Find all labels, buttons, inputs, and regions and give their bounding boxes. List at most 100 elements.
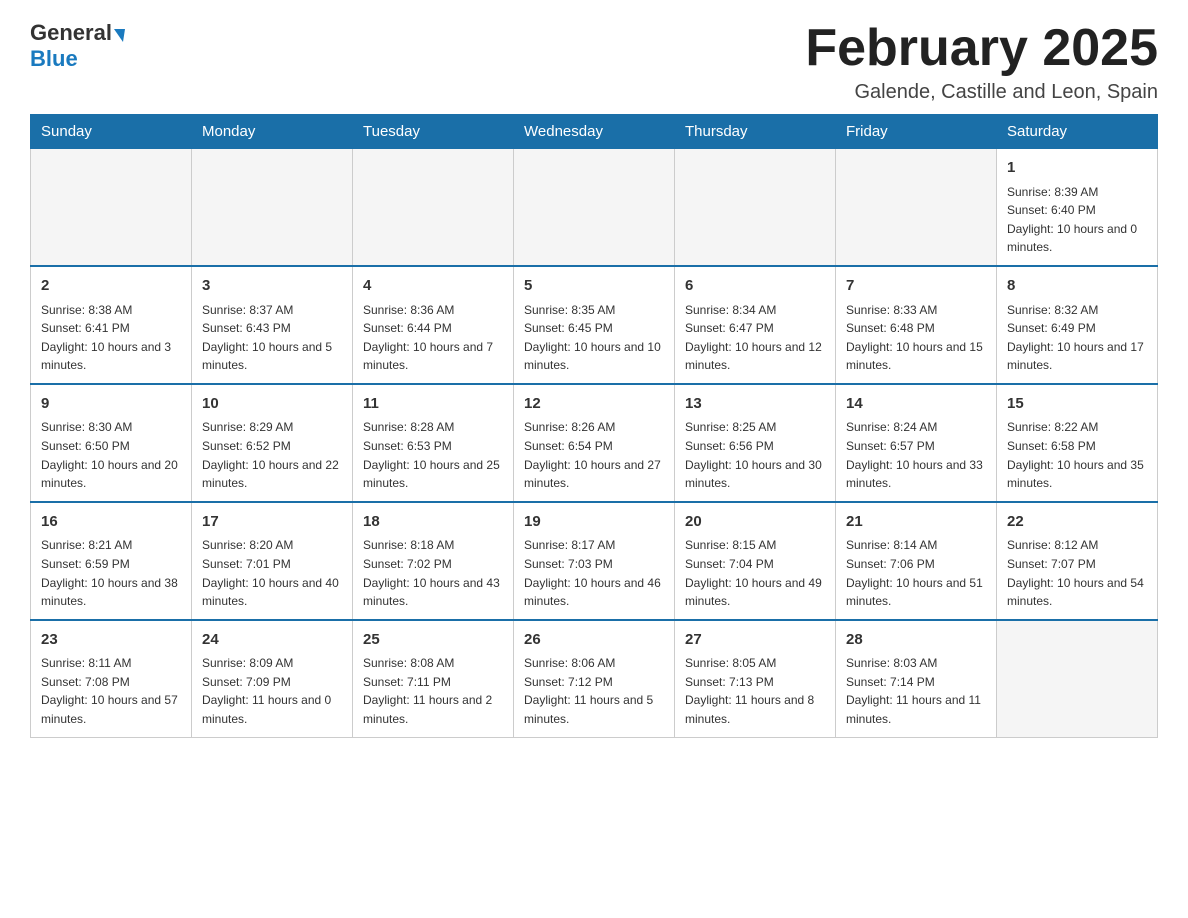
day-number: 26 [524, 629, 664, 652]
calendar-cell: 7 Sunrise: 8:33 AMSunset: 6:48 PMDaylight… [836, 266, 997, 384]
calendar-week-1: 1 Sunrise: 8:39 AMSunset: 6:40 PMDaylight… [31, 149, 1158, 266]
day-info: Sunrise: 8:28 AMSunset: 6:53 PMDaylight:… [363, 418, 503, 492]
calendar-cell: 20Sunrise: 8:15 AMSunset: 7:04 PMDayligh… [675, 502, 836, 620]
day-info: Sunrise: 8:38 AMSunset: 6:41 PMDaylight:… [41, 301, 181, 375]
day-number: 24 [202, 629, 342, 652]
day-number: 17 [202, 511, 342, 534]
calendar-cell: 19Sunrise: 8:17 AMSunset: 7:03 PMDayligh… [514, 502, 675, 620]
calendar-cell: 27Sunrise: 8:05 AMSunset: 7:13 PMDayligh… [675, 620, 836, 737]
calendar-cell: 3Sunrise: 8:37 AMSunset: 6:43 PMDaylight… [192, 266, 353, 384]
calendar-cell: 12Sunrise: 8:26 AMSunset: 6:54 PMDayligh… [514, 384, 675, 502]
day-number: 12 [524, 393, 664, 416]
calendar-cell [192, 149, 353, 266]
day-number: 14 [846, 393, 986, 416]
weekday-header-sunday: Sunday [31, 115, 192, 149]
calendar-week-2: 2 Sunrise: 8:38 AMSunset: 6:41 PMDaylight… [31, 266, 1158, 384]
calendar-cell: 23Sunrise: 8:11 AMSunset: 7:08 PMDayligh… [31, 620, 192, 737]
calendar-cell: 8 Sunrise: 8:32 AMSunset: 6:49 PMDaylight… [997, 266, 1158, 384]
calendar-cell: 25Sunrise: 8:08 AMSunset: 7:11 PMDayligh… [353, 620, 514, 737]
logo-blue-text: Blue [30, 46, 78, 72]
day-number: 20 [685, 511, 825, 534]
title-section: February 2025 Galende, Castille and Leon… [805, 20, 1158, 104]
weekday-header-friday: Friday [836, 115, 997, 149]
day-info: Sunrise: 8:17 AMSunset: 7:03 PMDaylight:… [524, 536, 664, 610]
calendar-cell: 11Sunrise: 8:28 AMSunset: 6:53 PMDayligh… [353, 384, 514, 502]
calendar-cell [514, 149, 675, 266]
day-number: 15 [1007, 393, 1147, 416]
logo: General Blue [30, 20, 125, 72]
day-info: Sunrise: 8:21 AMSunset: 6:59 PMDaylight:… [41, 536, 181, 610]
weekday-header-row: SundayMondayTuesdayWednesdayThursdayFrid… [31, 115, 1158, 149]
calendar-cell: 28Sunrise: 8:03 AMSunset: 7:14 PMDayligh… [836, 620, 997, 737]
day-number: 19 [524, 511, 664, 534]
calendar-cell: 14Sunrise: 8:24 AMSunset: 6:57 PMDayligh… [836, 384, 997, 502]
day-info: Sunrise: 8:06 AMSunset: 7:12 PMDaylight:… [524, 654, 664, 728]
calendar-cell: 4 Sunrise: 8:36 AMSunset: 6:44 PMDaylight… [353, 266, 514, 384]
day-number: 1 [1007, 157, 1147, 180]
location: Galende, Castille and Leon, Spain [805, 81, 1158, 104]
day-info: Sunrise: 8:29 AMSunset: 6:52 PMDaylight:… [202, 418, 342, 492]
day-info: Sunrise: 8:08 AMSunset: 7:11 PMDaylight:… [363, 654, 503, 728]
day-number: 16 [41, 511, 181, 534]
logo-general-text: General [30, 20, 112, 46]
day-info: Sunrise: 8:26 AMSunset: 6:54 PMDaylight:… [524, 418, 664, 492]
day-number: 11 [363, 393, 503, 416]
calendar-cell: 16Sunrise: 8:21 AMSunset: 6:59 PMDayligh… [31, 502, 192, 620]
day-info: Sunrise: 8:03 AMSunset: 7:14 PMDaylight:… [846, 654, 986, 728]
day-info: Sunrise: 8:09 AMSunset: 7:09 PMDaylight:… [202, 654, 342, 728]
day-number: 7 [846, 275, 986, 298]
day-number: 2 [41, 275, 181, 298]
calendar-cell: 10Sunrise: 8:29 AMSunset: 6:52 PMDayligh… [192, 384, 353, 502]
day-number: 28 [846, 629, 986, 652]
day-number: 21 [846, 511, 986, 534]
day-number: 6 [685, 275, 825, 298]
day-info: Sunrise: 8:25 AMSunset: 6:56 PMDaylight:… [685, 418, 825, 492]
weekday-header-saturday: Saturday [997, 115, 1158, 149]
day-info: Sunrise: 8:18 AMSunset: 7:02 PMDaylight:… [363, 536, 503, 610]
calendar-cell [997, 620, 1158, 737]
day-info: Sunrise: 8:12 AMSunset: 7:07 PMDaylight:… [1007, 536, 1147, 610]
calendar-table: SundayMondayTuesdayWednesdayThursdayFrid… [30, 114, 1158, 737]
day-info: Sunrise: 8:39 AMSunset: 6:40 PMDaylight:… [1007, 183, 1147, 257]
day-info: Sunrise: 8:36 AMSunset: 6:44 PMDaylight:… [363, 301, 503, 375]
day-number: 4 [363, 275, 503, 298]
calendar-cell [836, 149, 997, 266]
day-number: 5 [524, 275, 664, 298]
day-info: Sunrise: 8:35 AMSunset: 6:45 PMDaylight:… [524, 301, 664, 375]
calendar-cell: 22Sunrise: 8:12 AMSunset: 7:07 PMDayligh… [997, 502, 1158, 620]
day-info: Sunrise: 8:14 AMSunset: 7:06 PMDaylight:… [846, 536, 986, 610]
day-info: Sunrise: 8:20 AMSunset: 7:01 PMDaylight:… [202, 536, 342, 610]
day-number: 25 [363, 629, 503, 652]
day-number: 22 [1007, 511, 1147, 534]
calendar-cell [31, 149, 192, 266]
calendar-cell: 17Sunrise: 8:20 AMSunset: 7:01 PMDayligh… [192, 502, 353, 620]
day-info: Sunrise: 8:05 AMSunset: 7:13 PMDaylight:… [685, 654, 825, 728]
day-number: 10 [202, 393, 342, 416]
day-number: 13 [685, 393, 825, 416]
day-info: Sunrise: 8:32 AMSunset: 6:49 PMDaylight:… [1007, 301, 1147, 375]
calendar-cell: 5 Sunrise: 8:35 AMSunset: 6:45 PMDaylight… [514, 266, 675, 384]
calendar-cell: 1 Sunrise: 8:39 AMSunset: 6:40 PMDaylight… [997, 149, 1158, 266]
page-header: General Blue February 2025 Galende, Cast… [30, 20, 1158, 104]
day-number: 8 [1007, 275, 1147, 298]
weekday-header-monday: Monday [192, 115, 353, 149]
day-info: Sunrise: 8:37 AMSunset: 6:43 PMDaylight:… [202, 301, 342, 375]
calendar-cell: 21Sunrise: 8:14 AMSunset: 7:06 PMDayligh… [836, 502, 997, 620]
day-number: 9 [41, 393, 181, 416]
calendar-cell: 15Sunrise: 8:22 AMSunset: 6:58 PMDayligh… [997, 384, 1158, 502]
weekday-header-thursday: Thursday [675, 115, 836, 149]
day-info: Sunrise: 8:30 AMSunset: 6:50 PMDaylight:… [41, 418, 181, 492]
calendar-cell: 26Sunrise: 8:06 AMSunset: 7:12 PMDayligh… [514, 620, 675, 737]
day-info: Sunrise: 8:33 AMSunset: 6:48 PMDaylight:… [846, 301, 986, 375]
calendar-cell: 6Sunrise: 8:34 AMSunset: 6:47 PMDaylight… [675, 266, 836, 384]
calendar-week-3: 9Sunrise: 8:30 AMSunset: 6:50 PMDaylight… [31, 384, 1158, 502]
day-info: Sunrise: 8:24 AMSunset: 6:57 PMDaylight:… [846, 418, 986, 492]
weekday-header-tuesday: Tuesday [353, 115, 514, 149]
calendar-cell: 24Sunrise: 8:09 AMSunset: 7:09 PMDayligh… [192, 620, 353, 737]
day-number: 18 [363, 511, 503, 534]
calendar-week-5: 23Sunrise: 8:11 AMSunset: 7:08 PMDayligh… [31, 620, 1158, 737]
calendar-cell: 13Sunrise: 8:25 AMSunset: 6:56 PMDayligh… [675, 384, 836, 502]
day-number: 27 [685, 629, 825, 652]
day-info: Sunrise: 8:22 AMSunset: 6:58 PMDaylight:… [1007, 418, 1147, 492]
day-info: Sunrise: 8:15 AMSunset: 7:04 PMDaylight:… [685, 536, 825, 610]
